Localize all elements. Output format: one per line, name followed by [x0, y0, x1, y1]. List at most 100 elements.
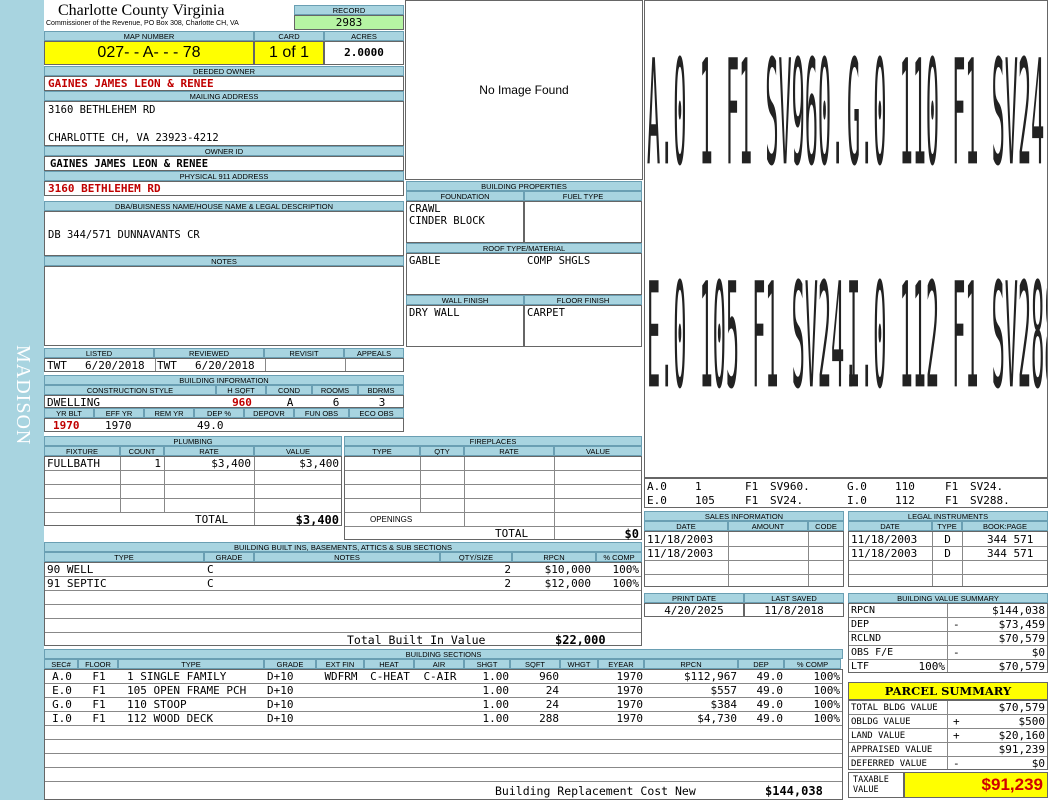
- effyr-label: EFF YR: [94, 408, 144, 418]
- sale-date: 11/18/2003: [647, 533, 714, 546]
- legend-code: 110: [895, 480, 915, 493]
- bvs-value: $73,459: [998, 618, 1045, 631]
- section-floor: F1: [92, 698, 106, 711]
- taxable-label-2: VALUE: [853, 785, 879, 795]
- section-grade: D+10: [267, 712, 294, 725]
- sketch-label-g: G.0 110 F1 SV24.: [847, 31, 1048, 200]
- section-sec: I.0: [52, 712, 72, 725]
- section-sqft: 24: [545, 684, 559, 697]
- foundation-label: FOUNDATION: [406, 191, 524, 201]
- legend-floor: F1: [945, 480, 959, 493]
- floor-label: FLOOR FINISH: [524, 295, 642, 305]
- dep-label: DEP %: [194, 408, 244, 418]
- fireplaces-table: OPENINGS TOTAL $0: [344, 456, 642, 541]
- section-grade: D+10: [267, 670, 294, 683]
- section-eyear: 1970: [616, 670, 644, 683]
- fp-total-label: TOTAL: [495, 527, 529, 540]
- parcel-value: $0: [1031, 757, 1045, 770]
- fuel-label: FUEL TYPE: [524, 191, 642, 201]
- section-eyear: 1970: [616, 698, 644, 711]
- foundation-2: CINDER BLOCK: [409, 215, 485, 227]
- sections-col-type-label: TYPE: [118, 659, 264, 669]
- depovr-label: DEPOVR: [244, 408, 294, 418]
- legend-area: SV288.: [970, 494, 1010, 507]
- section-type: 112 WOOD DECK: [127, 712, 214, 725]
- parcel-key: OBLDG VALUE: [851, 717, 911, 727]
- revisit-label: REVISIT: [264, 348, 344, 358]
- map-number: 027- - A- - - 78: [44, 41, 254, 65]
- acres-value: 2.0000: [324, 41, 404, 65]
- sketch-legend: A.0 1 F1 SV960. G.0 110 F1 SV24. E.0 105…: [644, 478, 1048, 508]
- section-sqft: 960: [539, 670, 559, 683]
- hsqft-label: H SQFT: [216, 385, 266, 395]
- dba-label: DBA/BUISNESS NAME/HOUSE NAME & LEGAL DES…: [44, 201, 404, 211]
- section-ext-fin: WDFRM: [324, 670, 358, 683]
- legal-date: 11/18/2003: [851, 533, 918, 546]
- builtins-label: BUILDING BUILT INS, BASEMENTS, ATTICS & …: [44, 542, 642, 552]
- fixture-value: $3,400: [299, 457, 339, 470]
- parcel-key: LAND VALUE: [851, 731, 906, 741]
- parcel-key: TOTAL BLDG VALUE: [851, 703, 938, 713]
- section-shgt: 1.00: [482, 670, 510, 683]
- sale-date: 11/18/2003: [647, 547, 714, 560]
- section-shgt: 1.00: [482, 712, 510, 725]
- section-type: 1 SINGLE FAMILY: [127, 670, 227, 683]
- notes-box: [44, 266, 404, 346]
- sections-col-sec-label: SEC#: [44, 659, 78, 669]
- section-rpcn: $112,967: [684, 670, 737, 683]
- builtin-comp: 100%: [612, 577, 640, 590]
- bi-type-label: TYPE: [44, 552, 204, 562]
- county-subtitle: Commissioner of the Revenue, PO Box 308,…: [46, 20, 239, 27]
- bvs-value: $144,038: [992, 604, 1045, 617]
- section-type: 110 STOOP: [127, 698, 187, 711]
- card-label: CARD: [254, 31, 324, 41]
- builtins-total: $22,000: [555, 633, 606, 647]
- sections-col-floor-label: FLOOR: [78, 659, 118, 669]
- fixture-rate: $3,400: [211, 457, 251, 470]
- parcel-key: DEFERRED VALUE: [851, 759, 927, 769]
- bvs-table: RPCN $144,038 DEP - $73,459 RCLND $70,57…: [848, 603, 1048, 673]
- fp-qty-label: QTY: [420, 446, 464, 456]
- rate-label: RATE: [164, 446, 254, 456]
- parcel-value: $70,579: [998, 701, 1045, 714]
- fixture-name: FULLBATH: [47, 457, 100, 470]
- parcel-summary-label: PARCEL SUMMARY: [848, 682, 1048, 700]
- bdrms-label: BDRMS: [358, 385, 404, 395]
- print-date-label: PRINT DATE: [644, 593, 744, 603]
- sales-table: 11/18/2003 11/18/2003: [644, 531, 844, 587]
- builtin-rpcn: $12,000: [544, 577, 591, 590]
- depreciation-pct: 49.0: [197, 419, 224, 432]
- parcel-key: APPRAISED VALUE: [851, 745, 933, 755]
- sales-date-label: DATE: [644, 521, 728, 531]
- section-sec: A.0: [52, 670, 72, 683]
- legend-sec: E.0: [647, 494, 667, 507]
- section-heat: C-HEAT: [370, 670, 410, 683]
- sketch-label-e: E.0 105 F1 SV24.: [647, 254, 858, 423]
- reviewed-date: 6/20/2018: [195, 359, 255, 372]
- section-comp: 100%: [813, 670, 841, 683]
- ecoobs-label: ECO OBS: [349, 408, 404, 418]
- section-rpcn: $4,730: [697, 712, 737, 725]
- map-number-label: MAP NUMBER: [44, 31, 254, 41]
- county-title: Charlotte County Virginia: [58, 2, 225, 19]
- remyr-label: REM YR: [144, 408, 194, 418]
- fp-rate-label: RATE: [464, 446, 554, 456]
- fixture-label: FIXTURE: [44, 446, 120, 456]
- legal-label: LEGAL INSTRUMENTS: [848, 511, 1048, 521]
- acres-label: ACRES: [324, 31, 404, 41]
- mailing-line1: 3160 BETHLEHEM RD: [48, 104, 156, 116]
- legal-type: D: [944, 533, 951, 546]
- owner-id-label: OWNER ID: [44, 146, 404, 156]
- listed-by: TWT: [47, 359, 67, 372]
- parcel-table: TOTAL BLDG VALUE $70,579 OBLDG VALUE + $…: [848, 700, 1048, 770]
- sketch-label-i: I.0 112 F1 SV288.: [847, 254, 1047, 423]
- sales-amount-label: AMOUNT: [728, 521, 808, 531]
- rooms-label: ROOMS: [312, 385, 358, 395]
- builtin-qty: 2: [504, 563, 511, 576]
- section-rpcn: $557: [710, 684, 738, 697]
- district-sidebar: MADISON: [0, 0, 44, 800]
- builtin-type: 90 WELL: [47, 563, 94, 576]
- cond-label: COND: [266, 385, 312, 395]
- bi-grade-label: GRADE: [204, 552, 254, 562]
- bvs-value: $70,579: [998, 632, 1045, 645]
